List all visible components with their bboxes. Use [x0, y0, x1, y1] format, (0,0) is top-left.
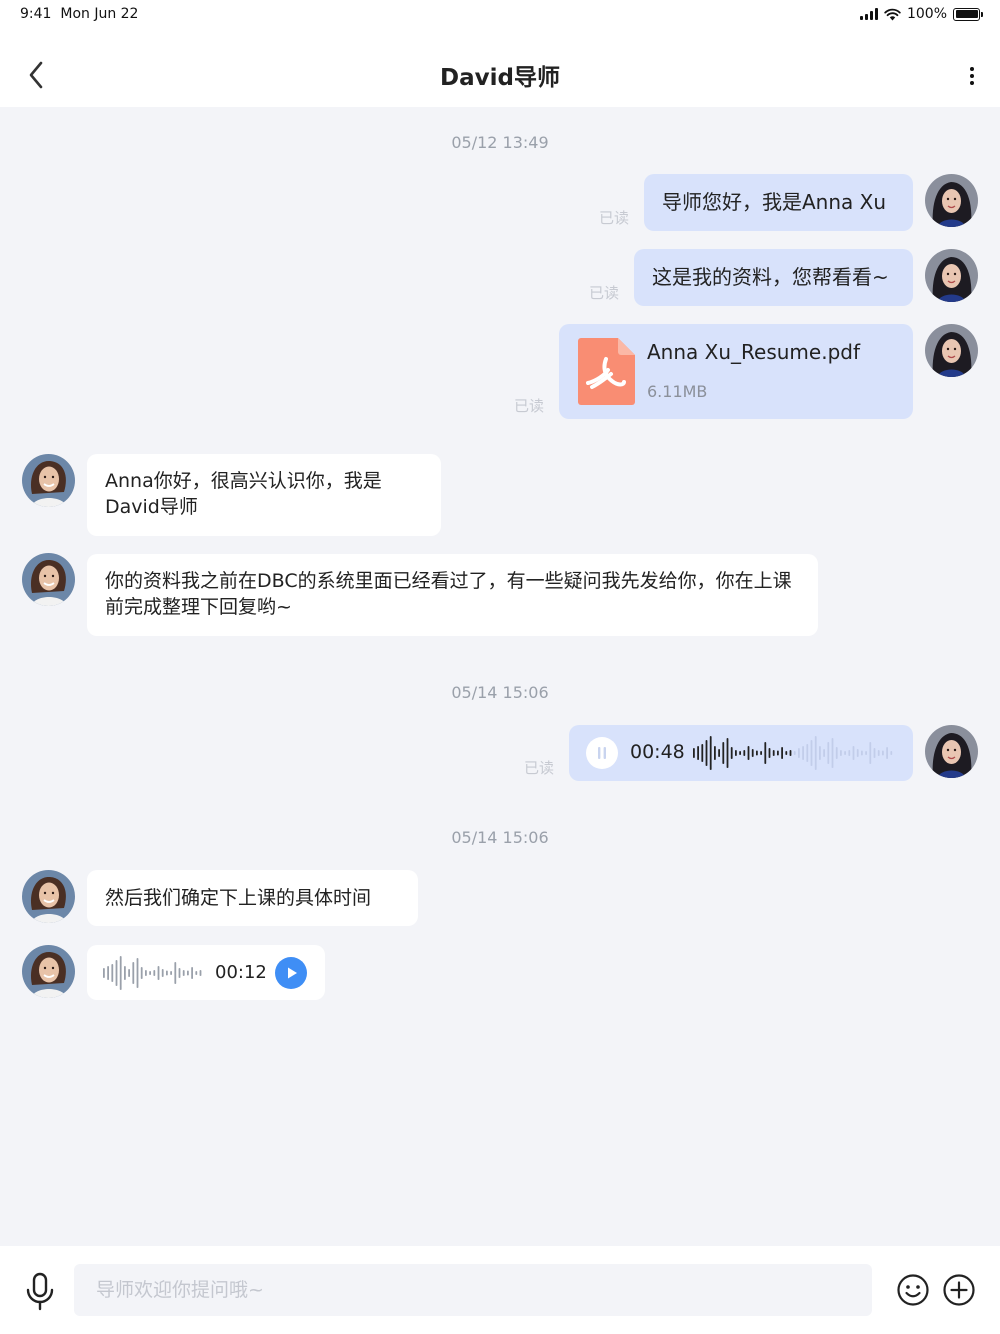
voice-duration: 00:12 [215, 962, 267, 983]
timestamp: 05/14 15:06 [451, 828, 549, 847]
read-status: 已读 [589, 284, 620, 302]
battery-icon [953, 7, 983, 21]
cellular-signal-icon [859, 8, 878, 20]
avatar-me[interactable] [925, 249, 978, 302]
timestamp: 05/12 13:49 [451, 133, 549, 152]
status-time: 9:41 [20, 6, 52, 22]
timestamp: 05/14 15:06 [451, 683, 549, 702]
pause-icon [598, 747, 606, 759]
microphone-icon [26, 1272, 54, 1311]
composer-bar [0, 1246, 1000, 1334]
avatar-david[interactable] [22, 454, 75, 507]
message-bubble-sent[interactable]: 导师您好，我是Anna Xu [644, 174, 913, 231]
play-icon [288, 967, 297, 979]
battery-percentage: 100% [906, 6, 947, 22]
voice-duration: 00:48 [630, 741, 685, 763]
more-options-button[interactable] [964, 60, 980, 92]
top-bar: 9:41 Mon Jun 22 100% David导师 [0, 0, 1000, 107]
message-bubble-sent[interactable]: 这是我的资料，您帮看看~ [634, 249, 913, 306]
avatar-me[interactable] [925, 174, 978, 227]
more-vertical-icon [970, 67, 974, 71]
file-name: Anna Xu_Resume.pdf [647, 340, 860, 364]
play-button[interactable] [275, 957, 307, 989]
read-status: 已读 [599, 209, 630, 227]
plus-circle-icon [943, 1274, 975, 1306]
voice-waveform [103, 956, 202, 990]
read-status: 已读 [524, 759, 555, 777]
voice-input-button[interactable] [22, 1272, 58, 1312]
message-text: 你的资料我之前在DBC的系统里面已经看过了，有一些疑问我先发给你，你在上课前完成… [105, 570, 792, 618]
pause-button[interactable] [586, 737, 618, 769]
avatar-me[interactable] [925, 725, 978, 778]
file-message-bubble[interactable]: Anna Xu_Resume.pdf 6.11MB [559, 324, 913, 419]
message-text: 然后我们确定下上课的具体时间 [105, 887, 372, 909]
emoji-icon [897, 1274, 929, 1306]
message-text: Anna你好，很高兴认识你，我是David导师 [105, 470, 382, 518]
file-size: 6.11MB [647, 382, 708, 401]
message-bubble-received[interactable]: 你的资料我之前在DBC的系统里面已经看过了，有一些疑问我先发给你，你在上课前完成… [87, 554, 818, 636]
message-bubble-received[interactable]: 然后我们确定下上课的具体时间 [87, 870, 418, 926]
voice-message-bubble[interactable]: 00:12 [87, 945, 325, 1000]
message-text: 导师您好，我是Anna Xu [662, 190, 887, 214]
voice-waveform [693, 736, 893, 770]
avatar-david[interactable] [22, 553, 75, 606]
pdf-file-icon [578, 338, 635, 405]
avatar-david[interactable] [22, 870, 75, 923]
read-status: 已读 [514, 397, 545, 415]
message-text: 这是我的资料，您帮看看~ [652, 265, 889, 289]
more-actions-button[interactable] [942, 1273, 976, 1307]
avatar-me[interactable] [925, 324, 978, 377]
page-title: David导师 [440, 65, 560, 91]
status-bar-indicators: 100% [859, 4, 983, 24]
emoji-button[interactable] [896, 1273, 930, 1307]
message-input[interactable] [74, 1264, 872, 1316]
avatar-david[interactable] [22, 945, 75, 998]
voice-message-bubble[interactable]: 00:48 [569, 725, 913, 781]
wifi-icon [884, 8, 901, 20]
message-bubble-received[interactable]: Anna你好，很高兴认识你，我是David导师 [87, 454, 441, 536]
status-date: Mon Jun 22 [60, 6, 139, 22]
status-bar-clock: 9:41 Mon Jun 22 [20, 6, 138, 22]
